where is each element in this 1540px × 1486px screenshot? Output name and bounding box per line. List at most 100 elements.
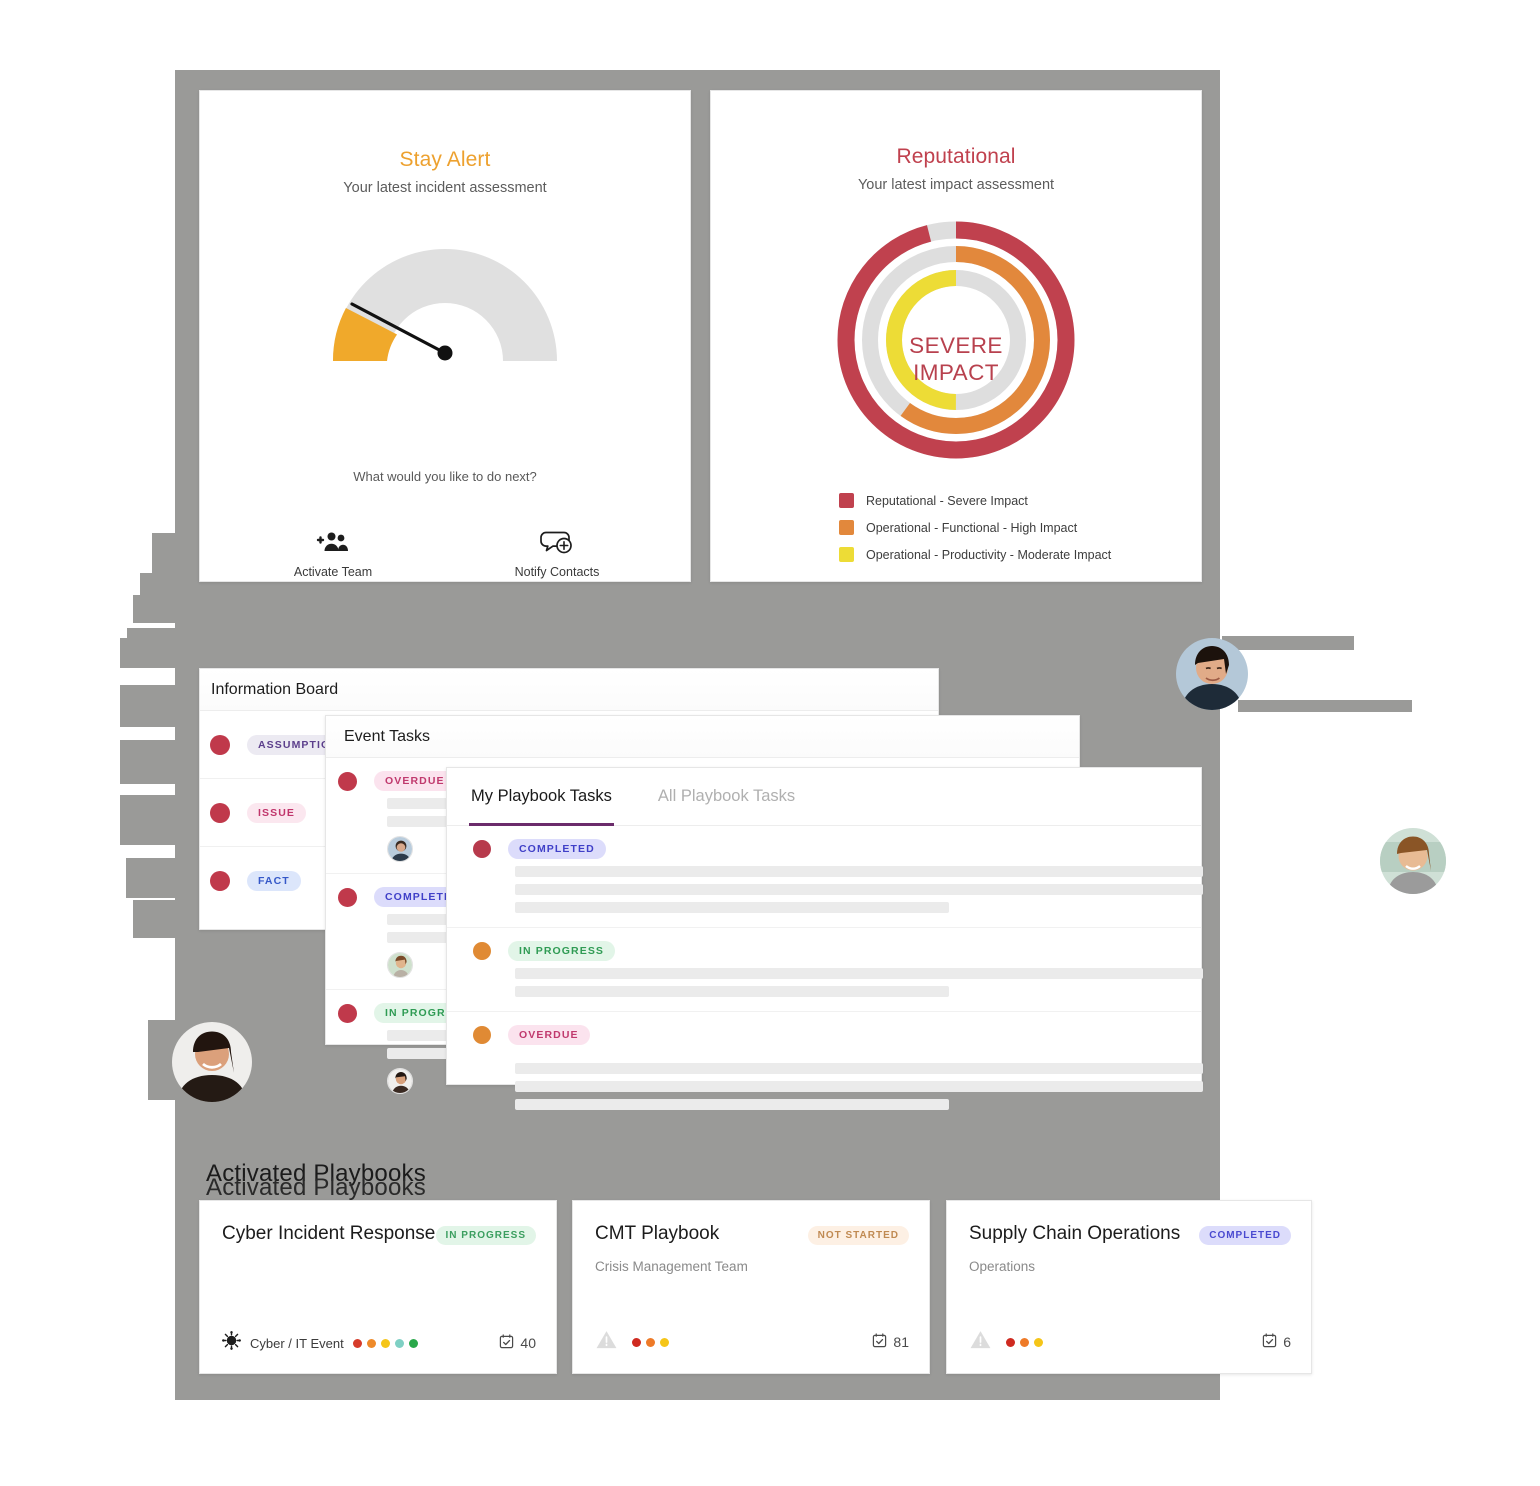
avatar (387, 1068, 413, 1094)
playbook-task-count: 6 (1262, 1333, 1291, 1351)
calendar-check-icon (872, 1333, 887, 1351)
playbook-count-value: 6 (1283, 1334, 1291, 1350)
warning-triangle-icon (595, 1329, 618, 1355)
stay-alert-subtitle: Your latest incident assessment (343, 180, 547, 196)
placeholder-bar (515, 968, 1203, 979)
event-task-status-badge: OVERDUE (374, 771, 456, 791)
activated-playbooks-heading: Activated Playbooks Activated Playbooks (206, 1160, 426, 1201)
severity-dot (352, 1338, 362, 1348)
playbook-task-row[interactable]: OVERDUE (447, 1012, 1203, 1124)
playbook-name: Supply Chain Operations (969, 1223, 1181, 1244)
donut-outer-value (837, 221, 1075, 459)
backdrop-shape-left-e (120, 638, 420, 668)
playbook-count-value: 40 (520, 1335, 536, 1351)
legend-swatch-moderate (839, 547, 854, 562)
severity-dot (380, 1338, 390, 1348)
stay-alert-title: Stay Alert (399, 148, 491, 171)
severity-dot (1034, 1337, 1043, 1347)
reputational-card: Reputational Your latest impact assessme… (710, 90, 1202, 582)
placeholder-bar (515, 1081, 1203, 1092)
severity-dot (632, 1337, 641, 1347)
playbook-count-value: 81 (893, 1334, 909, 1350)
playbook-card-cmt-playbook[interactable]: CMT Playbook NOT STARTED Crisis Manageme… (572, 1200, 930, 1374)
virus-icon (222, 1331, 241, 1355)
backdrop-shape-left-c (133, 595, 323, 623)
legend-label-severe: Reputational - Severe Impact (866, 493, 1028, 508)
add-people-icon (273, 522, 393, 556)
status-dot-icon (338, 771, 357, 791)
impact-legend: Reputational - Severe Impact Operational… (839, 493, 1201, 562)
notify-contacts-label: Notify Contacts (514, 565, 600, 579)
status-dot-icon (338, 1003, 357, 1023)
playbook-task-header: COMPLETED (473, 839, 1201, 859)
dashboard-root: Stay Alert Your latest incident assessme… (0, 0, 1540, 1486)
event-tasks-title: Event Tasks (326, 716, 1079, 758)
playbook-task-header: OVERDUE (473, 1025, 1201, 1045)
status-dot-icon (473, 1026, 491, 1044)
playbook-task-count: 40 (499, 1334, 536, 1352)
tab-all-playbook-tasks[interactable]: All Playbook Tasks (656, 768, 797, 825)
playbook-card-footer: Cyber / IT Event 40 (222, 1331, 536, 1355)
playbook-task-row[interactable]: COMPLETED (447, 826, 1203, 928)
warning-triangle-icon (969, 1329, 992, 1355)
stay-alert-actions: Activate Team Notify Contacts (200, 522, 690, 579)
severity-dot (1006, 1337, 1015, 1347)
calendar-check-icon (499, 1334, 514, 1352)
status-dot-icon (473, 840, 491, 858)
activated-playbooks-heading-ghost: Activated Playbooks (206, 1174, 426, 1201)
activate-team-label: Activate Team (293, 565, 373, 579)
severity-dots (1006, 1337, 1043, 1347)
placeholder-bar (515, 902, 949, 913)
playbook-card-footer: 6 (969, 1329, 1291, 1355)
legend-item: Operational - Productivity - Moderate Im… (839, 547, 1201, 562)
playbook-card-footer-left: Cyber / IT Event (222, 1331, 418, 1355)
playbook-status-badge: NOT STARTED (807, 1226, 909, 1245)
notify-contacts-button[interactable]: Notify Contacts (497, 522, 617, 579)
severity-dot (408, 1338, 418, 1348)
gauge-svg (332, 249, 557, 361)
status-dot-icon (338, 887, 357, 907)
playbook-card-header: Supply Chain Operations COMPLETED (969, 1223, 1291, 1245)
donut-svg (837, 221, 1075, 459)
severity-dot (366, 1338, 376, 1348)
legend-item: Operational - Functional - High Impact (839, 520, 1201, 535)
playbook-task-status-badge: OVERDUE (508, 1025, 590, 1045)
reputational-subtitle: Your latest impact assessment (857, 177, 1055, 193)
activate-team-button[interactable]: Activate Team (273, 522, 393, 579)
placeholder-bar (515, 1099, 949, 1110)
calendar-check-icon (1262, 1333, 1277, 1351)
playbook-card-footer-left (969, 1329, 1043, 1355)
playbook-task-row[interactable]: IN PROGRESS (447, 928, 1203, 1012)
legend-label-high: Operational - Functional - High Impact (866, 520, 1078, 535)
status-dot-icon (210, 734, 230, 755)
severity-dot (646, 1337, 655, 1347)
fact-badge: FACT (247, 871, 301, 891)
playbook-subtitle: Operations (969, 1259, 1036, 1274)
severity-dot (660, 1337, 669, 1347)
information-board-title: Information Board (200, 669, 938, 711)
status-dot-icon (210, 802, 230, 823)
status-dot-icon (210, 871, 230, 891)
gauge-hub (437, 345, 453, 361)
playbook-tasks-panel: My Playbook Tasks All Playbook Tasks COM… (446, 767, 1203, 1110)
playbook-card-footer-left (595, 1329, 669, 1355)
placeholder-bar (515, 866, 1203, 877)
playbook-task-header: IN PROGRESS (473, 941, 1201, 961)
playbook-task-status-badge: COMPLETED (508, 839, 606, 859)
legend-swatch-high (839, 520, 854, 535)
severity-dots (632, 1337, 669, 1347)
severity-dot (1020, 1337, 1029, 1347)
playbook-card-supply-chain-operations[interactable]: Supply Chain Operations COMPLETED Operat… (946, 1200, 1312, 1374)
legend-swatch-severe (839, 493, 854, 508)
playbook-task-status-badge: IN PROGRESS (508, 941, 616, 961)
issue-badge: ISSUE (247, 802, 307, 823)
placeholder-bar (515, 884, 1203, 895)
playbook-card-cyber-incident-response[interactable]: Cyber Incident Response IN PROGRESS Cybe… (199, 1200, 557, 1374)
playbook-card-header: Cyber Incident Response IN PROGRESS (222, 1223, 536, 1245)
avatar-floating-male (1176, 638, 1248, 710)
tab-my-playbook-tasks[interactable]: My Playbook Tasks (469, 768, 614, 826)
playbook-category: Cyber / IT Event (250, 1335, 344, 1351)
severity-dots (352, 1338, 418, 1348)
playbook-name: CMT Playbook (595, 1223, 720, 1244)
impact-donut-chart: SEVERE IMPACT (711, 215, 1201, 475)
